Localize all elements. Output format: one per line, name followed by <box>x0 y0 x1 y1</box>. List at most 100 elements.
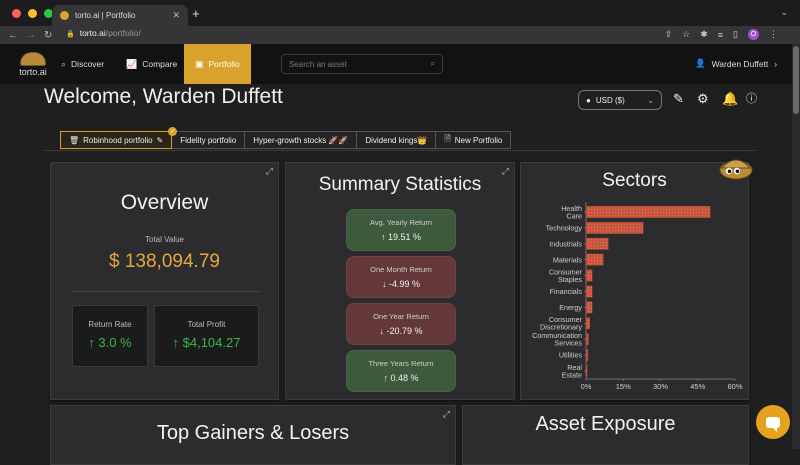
logo[interactable]: torto.ai <box>16 52 50 77</box>
stat-label: One Month Return <box>370 265 432 274</box>
expand-icon[interactable]: ⤢ <box>443 409 450 420</box>
bar-technology <box>585 221 644 234</box>
profile-avatar[interactable]: O <box>748 29 759 40</box>
user-icon: 👤 <box>695 58 706 68</box>
stat-value: ↓ -4.99 % <box>381 279 421 289</box>
app-navbar: torto.ai ⌕ Discover 📈 Compare ▣ Portfoli… <box>0 44 792 84</box>
total-value-label: Total Value <box>145 235 184 244</box>
stat-label: One Year Return <box>373 312 429 321</box>
tab-robinhood-portfolio[interactable]: 🗑 Robinhood portfolio ✎ ✓ <box>60 127 177 149</box>
new-tab-icon[interactable]: + <box>192 6 200 21</box>
stat-three-years-return: Three Years Return ↑ 0.48 % <box>346 350 456 392</box>
close-tab-icon[interactable]: ✕ <box>172 10 180 21</box>
chevron-down-icon: ⌄ <box>647 95 654 105</box>
stat-value: ↓ -20.79 % <box>379 326 423 336</box>
user-menu[interactable]: 👤 Warden Duffett › <box>695 58 777 69</box>
share-icon[interactable]: ⇪ <box>665 29 673 40</box>
x-tick-label: 15% <box>616 382 631 391</box>
forward-icon[interactable]: → <box>26 30 36 41</box>
category-label: Utilities <box>559 351 583 360</box>
tab-label: New Portfolio <box>454 135 503 145</box>
minimize-window-button[interactable] <box>28 9 37 18</box>
back-icon[interactable]: ← <box>8 30 18 41</box>
edit-icon[interactable]: ✎ <box>673 92 684 106</box>
turtle-mascot-icon[interactable] <box>718 150 754 182</box>
trash-icon[interactable]: 🗑 <box>69 136 79 145</box>
address-bar[interactable]: 🔒 torto.ai/portfolio/ <box>66 28 141 38</box>
category-label: Technology <box>546 223 583 232</box>
gear-icon[interactable]: ⚙ <box>697 92 709 106</box>
document-icon: 🗎 <box>444 134 451 143</box>
category-label: Consumer Discretionary <box>540 315 583 332</box>
page-title: Welcome, Warden Duffett <box>44 85 283 108</box>
nav-portfolio[interactable]: ▣ Portfolio <box>184 44 251 84</box>
overview-card: ⤢ Overview Total Value $ 138,094.79 Retu… <box>50 162 279 400</box>
search-submit-icon[interactable]: ⌕ <box>431 59 435 69</box>
page-scrollbar[interactable] <box>792 44 800 449</box>
checkmark-icon: ✓ <box>168 127 177 136</box>
window-controls <box>12 9 53 18</box>
bookmark-star-icon[interactable]: ☆ <box>682 29 690 40</box>
expand-icon[interactable]: ⤢ <box>266 166 273 177</box>
currency-value: USD ($) <box>595 95 625 105</box>
tab-hyper-growth-stocks[interactable]: Hyper-growth stocks 🚀🚀 <box>245 131 358 149</box>
bar-consumer-staples <box>585 269 593 282</box>
extensions-icon[interactable]: ✱ <box>700 29 708 40</box>
stat-value: ↑ 0.48 % <box>383 373 419 383</box>
browser-tab[interactable]: torto.ai | Portfolio ✕ <box>52 5 188 26</box>
chevron-right-icon: › <box>774 58 778 69</box>
chat-button[interactable] <box>756 405 790 439</box>
overview-title: Overview <box>120 191 209 214</box>
total-profit-label: Total Profit <box>187 320 226 329</box>
tab-dividend-kings[interactable]: Dividend kings👑 <box>357 131 437 149</box>
nav-compare[interactable]: 📈 Compare <box>126 44 177 84</box>
category-label: Materials <box>553 255 583 264</box>
lock-icon: 🔒 <box>66 31 75 38</box>
summary-title: Summary Statistics <box>318 174 482 195</box>
asset-exposure-card: Asset Exposure <box>462 405 749 465</box>
chart-icon: 📈 <box>126 58 138 69</box>
divider <box>44 150 756 151</box>
help-icon[interactable]: ⓘ <box>746 92 757 106</box>
url-host: torto.ai <box>79 28 106 38</box>
nav-discover-label: Discover <box>71 59 105 69</box>
sectors-card: Sectors Health Care Technology Industrials M… <box>520 162 749 400</box>
nav-discover[interactable]: ⌕ Discover <box>61 44 104 84</box>
reload-icon[interactable]: ↻ <box>44 30 54 41</box>
x-tick-label: 45% <box>690 382 705 391</box>
tab-search-chevron-icon[interactable]: ⌄ <box>780 7 788 18</box>
x-tick-label: 30% <box>653 382 668 391</box>
bell-icon[interactable]: 🔔 <box>722 92 738 106</box>
divider <box>71 291 259 292</box>
stat-label: Avg. Yearly Return <box>370 218 432 227</box>
close-window-button[interactable] <box>12 9 21 18</box>
browser-menu-icon[interactable]: ⋮ <box>769 29 778 40</box>
scrollbar-thumb[interactable] <box>793 46 799 114</box>
exposure-title: Asset Exposure <box>535 413 676 435</box>
tab-fidelity-portfolio[interactable]: Fidelity portfolio <box>172 131 246 149</box>
pencil-icon[interactable]: ✎ <box>157 136 164 145</box>
tab-label: Robinhood portfolio <box>83 135 153 145</box>
asset-search-input[interactable]: Search an asset ⌕ <box>281 54 443 74</box>
tab-new-portfolio[interactable]: 🗎 New Portfolio <box>436 131 512 149</box>
gainers-title: Top Gainers & Losers <box>156 422 350 444</box>
search-placeholder: Search an asset <box>289 60 347 69</box>
search-icon: ⌕ <box>61 58 67 69</box>
total-profit-box: Total Profit ↑ $4,104.27 <box>154 305 259 367</box>
bar-materials <box>585 253 604 266</box>
nav-compare-label: Compare <box>142 59 178 69</box>
category-label: Industrials <box>549 239 582 248</box>
stat-one-year-return: One Year Return ↓ -20.79 % <box>346 303 456 345</box>
browser-actions: ⇪ ☆ ✱ ≡ ▯ O ⋮ <box>665 29 778 40</box>
return-rate-label: Return Rate <box>88 320 132 329</box>
category-label: Consumer Staples <box>549 267 583 284</box>
user-name: Warden Duffett <box>711 58 769 69</box>
tab-label: Hyper-growth stocks 🚀🚀 <box>253 135 349 145</box>
reading-list-icon[interactable]: ≡ <box>718 30 723 40</box>
category-label: Communication Services <box>532 331 582 348</box>
dollar-coin-icon: ● <box>586 95 591 105</box>
currency-select[interactable]: ● USD ($) ⌄ <box>578 90 662 110</box>
sidebar-icon[interactable]: ▯ <box>733 29 738 40</box>
portfolio-tabs: 🗑 Robinhood portfolio ✎ ✓ Fidelity portf… <box>60 127 512 149</box>
sectors-bar-chart: Health Care Technology Industrials Materials… <box>532 202 743 391</box>
